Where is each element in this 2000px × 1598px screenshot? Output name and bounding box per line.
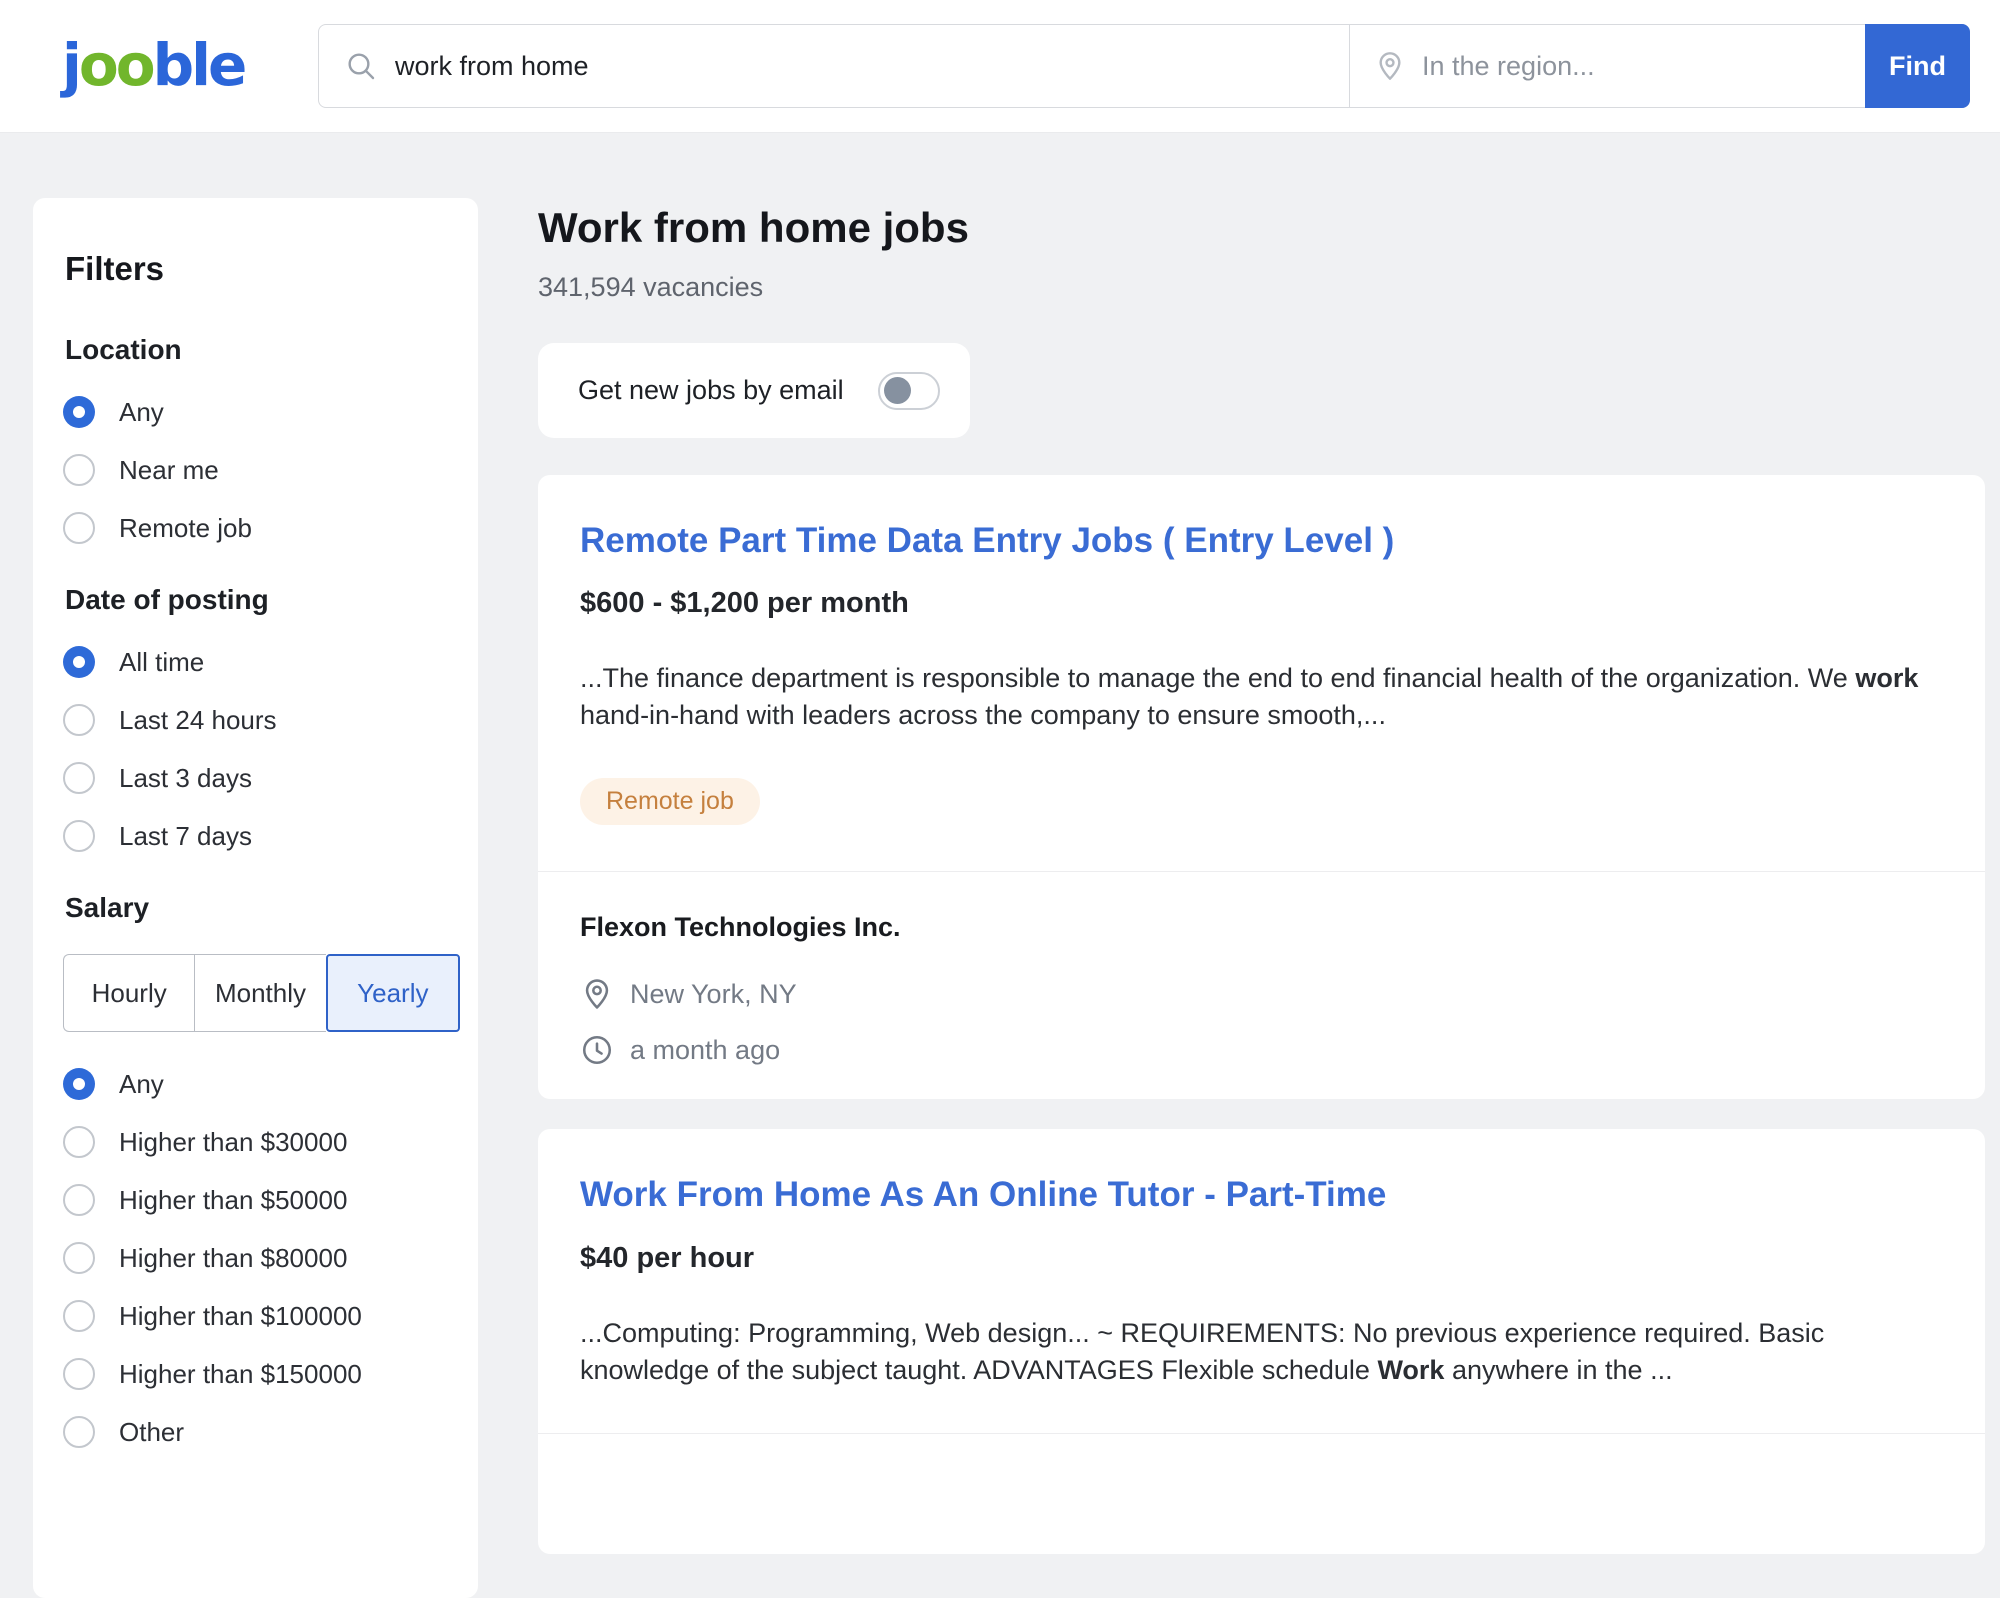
remote-job-tag: Remote job (580, 778, 760, 825)
job-title-link[interactable]: Remote Part Time Data Entry Jobs ( Entry… (580, 521, 1394, 561)
radio-label: All time (119, 647, 204, 678)
tab-yearly[interactable]: Yearly (326, 954, 460, 1032)
radio-label: Higher than $50000 (119, 1185, 347, 1216)
radio-option-remote-job[interactable]: Remote job (63, 512, 450, 544)
radio-icon[interactable] (63, 820, 95, 852)
jooble-logo[interactable]: jooble (62, 36, 244, 94)
clock-icon (580, 1033, 614, 1067)
job-description-text: anywhere in the ... (1444, 1355, 1672, 1385)
job-description-highlight: work (1855, 663, 1918, 693)
job-card-body: Remote Part Time Data Entry Jobs ( Entry… (538, 475, 1985, 871)
results-column: Work from home jobs 341,594 vacancies Ge… (538, 198, 1985, 1554)
job-card-footer: Flexon Technologies Inc. New York, NY a … (538, 872, 1985, 1099)
date-group-title: Date of posting (65, 584, 450, 616)
find-button[interactable]: Find (1865, 24, 1970, 108)
job-card-footer (538, 1434, 1985, 1554)
job-salary: $600 - $1,200 per month (580, 587, 1943, 620)
radio-label: Last 3 days (119, 763, 252, 794)
radio-label: Any (119, 1069, 164, 1100)
radio-label: Remote job (119, 513, 252, 544)
radio-icon[interactable] (63, 1068, 95, 1100)
radio-icon[interactable] (63, 646, 95, 678)
job-posted-row: a month ago (580, 1033, 1943, 1067)
radio-icon[interactable] (63, 1184, 95, 1216)
radio-label: Higher than $30000 (119, 1127, 347, 1158)
job-card: Remote Part Time Data Entry Jobs ( Entry… (538, 475, 1985, 1099)
radio-option-salary-50000[interactable]: Higher than $50000 (63, 1184, 450, 1216)
search-bar: Find (318, 24, 1970, 108)
search-field (319, 25, 1349, 107)
logo-part: ble (153, 31, 245, 99)
job-card-body: Work From Home As An Online Tutor - Part… (538, 1129, 1985, 1388)
job-title-link[interactable]: Work From Home As An Online Tutor - Part… (580, 1175, 1386, 1215)
header: jooble Find (0, 0, 2000, 133)
radio-icon[interactable] (63, 512, 95, 544)
radio-option-near-me[interactable]: Near me (63, 454, 450, 486)
location-pin-icon (1374, 50, 1406, 82)
tab-monthly[interactable]: Monthly (194, 954, 325, 1032)
radio-option-salary-80000[interactable]: Higher than $80000 (63, 1242, 450, 1274)
radio-label: Near me (119, 455, 219, 486)
radio-label: Higher than $80000 (119, 1243, 347, 1274)
radio-option-last-3-days[interactable]: Last 3 days (63, 762, 450, 794)
logo-part: oo (79, 31, 153, 99)
filters-panel: Filters Location Any Near me Remote job … (33, 198, 478, 1598)
search-input[interactable] (395, 51, 1323, 82)
page-title: Work from home jobs (538, 204, 1985, 252)
radio-label: Higher than $100000 (119, 1301, 362, 1332)
logo-part: j (62, 31, 79, 99)
salary-group-title: Salary (65, 892, 450, 924)
email-subscribe-toggle[interactable] (878, 372, 940, 410)
tab-hourly[interactable]: Hourly (63, 954, 194, 1032)
job-description: ...The finance department is responsible… (580, 660, 1943, 734)
job-description-text: hand-in-hand with leaders across the com… (580, 700, 1386, 730)
email-subscribe-card: Get new jobs by email (538, 343, 970, 438)
radio-option-salary-100000[interactable]: Higher than $100000 (63, 1300, 450, 1332)
search-icon (345, 50, 377, 82)
region-field (1349, 25, 1865, 107)
radio-label: Last 7 days (119, 821, 252, 852)
company-name: Flexon Technologies Inc. (580, 912, 1943, 943)
job-card: Work From Home As An Online Tutor - Part… (538, 1129, 1985, 1553)
salary-period-tabs: Hourly Monthly Yearly (63, 954, 460, 1032)
toggle-knob (884, 377, 911, 404)
job-salary: $40 per hour (580, 1242, 1943, 1275)
radio-icon[interactable] (63, 1358, 95, 1390)
radio-icon[interactable] (63, 1242, 95, 1274)
radio-label: Higher than $150000 (119, 1359, 362, 1390)
radio-icon[interactable] (63, 454, 95, 486)
radio-icon[interactable] (63, 1300, 95, 1332)
radio-icon[interactable] (63, 704, 95, 736)
job-description-highlight: Work (1377, 1355, 1444, 1385)
radio-option-last-24-hours[interactable]: Last 24 hours (63, 704, 450, 736)
radio-icon[interactable] (63, 1126, 95, 1158)
location-group-title: Location (65, 334, 450, 366)
radio-icon[interactable] (63, 396, 95, 428)
job-posted: a month ago (630, 1035, 780, 1066)
job-location: New York, NY (630, 979, 797, 1010)
radio-label: Other (119, 1417, 184, 1448)
job-description: ...Computing: Programming, Web design...… (580, 1315, 1943, 1389)
filter-group-salary: Salary Hourly Monthly Yearly Any Higher … (63, 892, 450, 1448)
job-description-text: ...The finance department is responsible… (580, 663, 1855, 693)
radio-option-salary-30000[interactable]: Higher than $30000 (63, 1126, 450, 1158)
email-subscribe-label: Get new jobs by email (578, 375, 844, 406)
radio-option-salary-other[interactable]: Other (63, 1416, 450, 1448)
radio-option-salary-any[interactable]: Any (63, 1068, 450, 1100)
radio-option-all-time[interactable]: All time (63, 646, 450, 678)
filter-group-date: Date of posting All time Last 24 hours L… (63, 584, 450, 852)
radio-label: Any (119, 397, 164, 428)
region-input[interactable] (1422, 51, 1841, 82)
location-pin-icon (580, 977, 614, 1011)
radio-option-last-7-days[interactable]: Last 7 days (63, 820, 450, 852)
filters-title: Filters (65, 250, 450, 288)
radio-label: Last 24 hours (119, 705, 277, 736)
job-location-row: New York, NY (580, 977, 1943, 1011)
radio-icon[interactable] (63, 762, 95, 794)
filter-group-location: Location Any Near me Remote job (63, 334, 450, 544)
radio-option-location-any[interactable]: Any (63, 396, 450, 428)
vacancies-count: 341,594 vacancies (538, 272, 1985, 303)
radio-icon[interactable] (63, 1416, 95, 1448)
radio-option-salary-150000[interactable]: Higher than $150000 (63, 1358, 450, 1390)
